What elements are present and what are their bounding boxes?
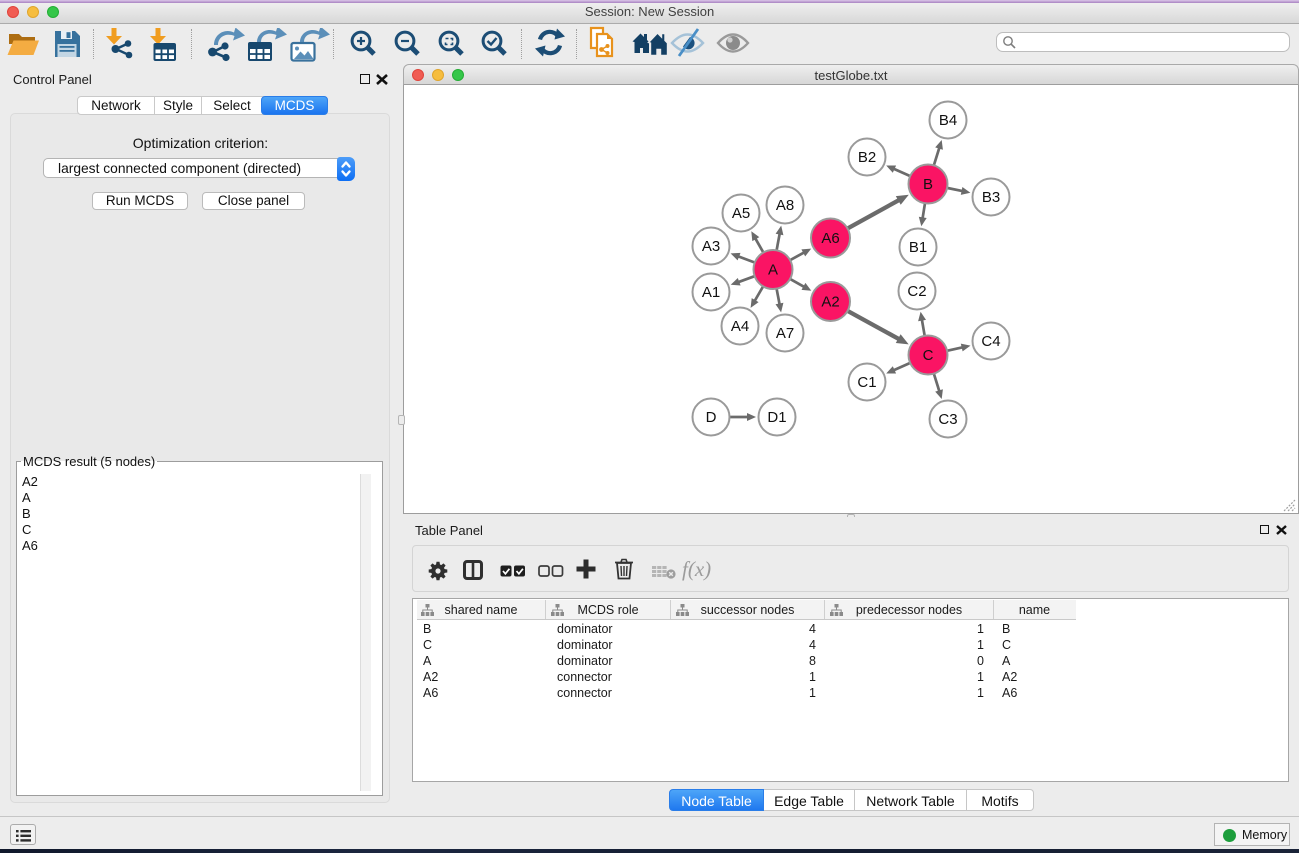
svg-text:C2: C2 [907, 283, 926, 300]
svg-text:C1: C1 [857, 374, 876, 391]
svg-text:B4: B4 [939, 112, 957, 129]
svg-text:A2: A2 [821, 294, 839, 311]
svg-text:D1: D1 [767, 409, 786, 426]
svg-text:D: D [706, 409, 717, 426]
svg-text:B3: B3 [982, 189, 1000, 206]
svg-text:A3: A3 [702, 238, 720, 255]
svg-text:C3: C3 [938, 411, 957, 428]
svg-text:A8: A8 [776, 197, 794, 214]
svg-text:A6: A6 [821, 230, 839, 247]
svg-text:A7: A7 [776, 325, 794, 342]
svg-text:C4: C4 [981, 333, 1000, 350]
svg-text:A4: A4 [731, 318, 749, 335]
svg-text:B: B [923, 176, 933, 193]
svg-text:A1: A1 [702, 284, 720, 301]
svg-text:A5: A5 [732, 205, 750, 222]
svg-text:B1: B1 [909, 239, 927, 256]
svg-text:A: A [768, 262, 778, 279]
svg-text:C: C [923, 347, 934, 364]
svg-text:B2: B2 [858, 149, 876, 166]
